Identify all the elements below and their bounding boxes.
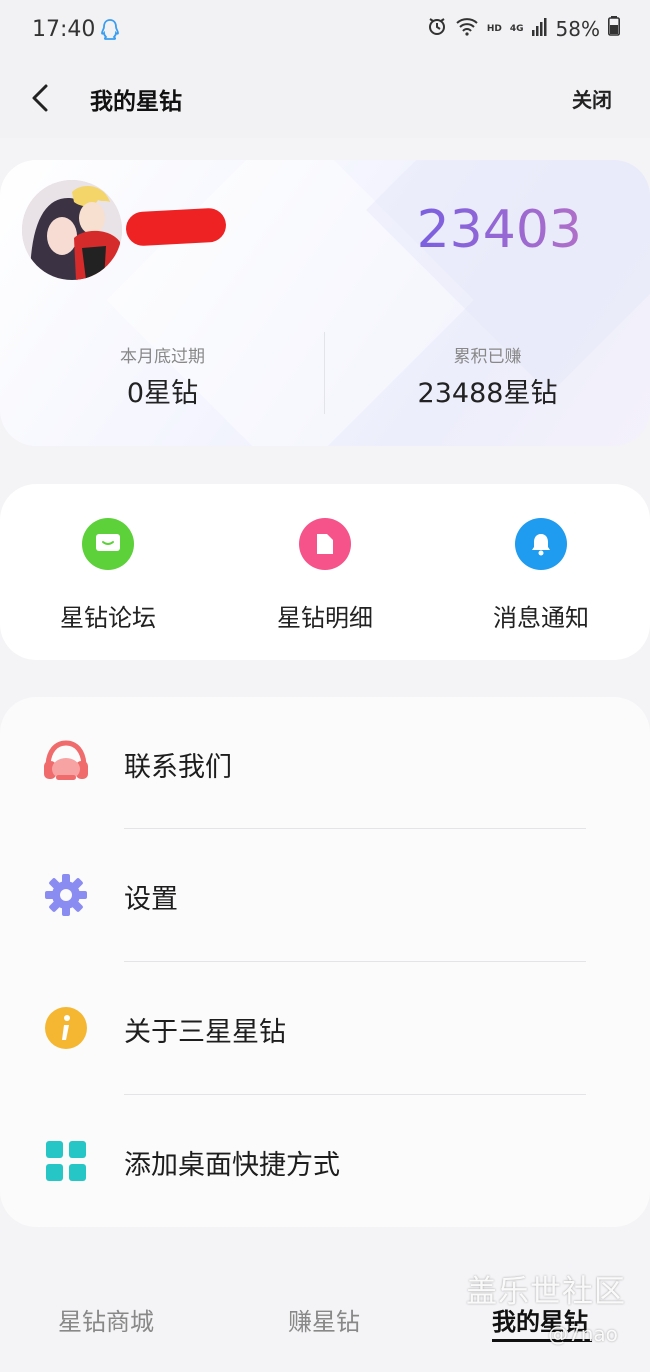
watermark-handle: @7nao <box>548 1322 618 1346</box>
details-label: 星钻明细 <box>277 604 373 632</box>
notifications-label: 消息通知 <box>493 604 589 632</box>
battery-percent: 58% <box>555 16 600 41</box>
shortcut-label: 添加桌面快捷方式 <box>124 1150 340 1181</box>
battery-icon <box>608 16 620 41</box>
headset-icon <box>42 739 90 787</box>
gear-icon <box>42 871 90 919</box>
chat-icon <box>82 518 134 570</box>
close-button[interactable]: 关闭 <box>572 84 612 113</box>
grid-icon <box>42 1137 90 1185</box>
tab-earn[interactable]: 赚星钻 <box>288 1302 360 1337</box>
balance-card: 23403 本月底过期 0星钻 累积已赚 23488星钻 <box>0 160 650 446</box>
expiring-label: 本月底过期 <box>120 347 205 367</box>
app-header: 我的星钻 关闭 <box>0 62 650 138</box>
wifi-icon <box>455 16 479 41</box>
earned-label: 累积已赚 <box>453 347 522 367</box>
status-time: 17:40 <box>32 17 96 42</box>
tab-store[interactable]: 星钻商城 <box>58 1302 154 1337</box>
chevron-left-icon <box>32 84 48 112</box>
menu-list: 联系我们 设置 关于三星星钻 添加桌面快捷方式 <box>0 697 650 1227</box>
list-item-about[interactable]: 关于三星星钻 <box>0 962 650 1094</box>
list-item-shortcut[interactable]: 添加桌面快捷方式 <box>0 1095 650 1227</box>
earned-stat: 累积已赚 23488星钻 <box>325 342 650 410</box>
details-button[interactable]: 星钻明细 <box>225 518 425 633</box>
watermark-text: 盖乐世社区 <box>466 1274 626 1310</box>
page-title: 我的星钻 <box>90 89 182 115</box>
about-label: 关于三星星钻 <box>124 1017 286 1048</box>
hd-indicator: HD <box>486 23 502 34</box>
redacted-username <box>125 207 227 247</box>
contact-label: 联系我们 <box>124 752 232 783</box>
bell-icon <box>515 518 567 570</box>
forum-label: 星钻论坛 <box>60 604 156 632</box>
diamond-balance: 23403 <box>416 200 582 260</box>
quick-actions: 星钻论坛 星钻明细 消息通知 <box>0 484 650 660</box>
settings-label: 设置 <box>124 884 178 915</box>
status-bar: 17:40 HD 4G 58% <box>0 0 650 62</box>
network-type: 4G <box>509 23 524 34</box>
document-icon <box>299 518 351 570</box>
list-item-contact[interactable]: 联系我们 <box>0 697 650 829</box>
expiring-value: 0星钻 <box>126 378 199 409</box>
list-item-settings[interactable]: 设置 <box>0 829 650 961</box>
forum-button[interactable]: 星钻论坛 <box>8 518 208 633</box>
notifications-button[interactable]: 消息通知 <box>441 518 641 633</box>
alarm-icon <box>427 16 447 41</box>
qq-notification-icon <box>100 18 120 46</box>
info-icon <box>42 1004 90 1052</box>
signal-icon <box>531 16 548 41</box>
expiring-stat: 本月底过期 0星钻 <box>0 342 325 410</box>
avatar[interactable] <box>22 180 122 280</box>
earned-value: 23488星钻 <box>417 378 558 409</box>
back-button[interactable] <box>26 80 58 116</box>
